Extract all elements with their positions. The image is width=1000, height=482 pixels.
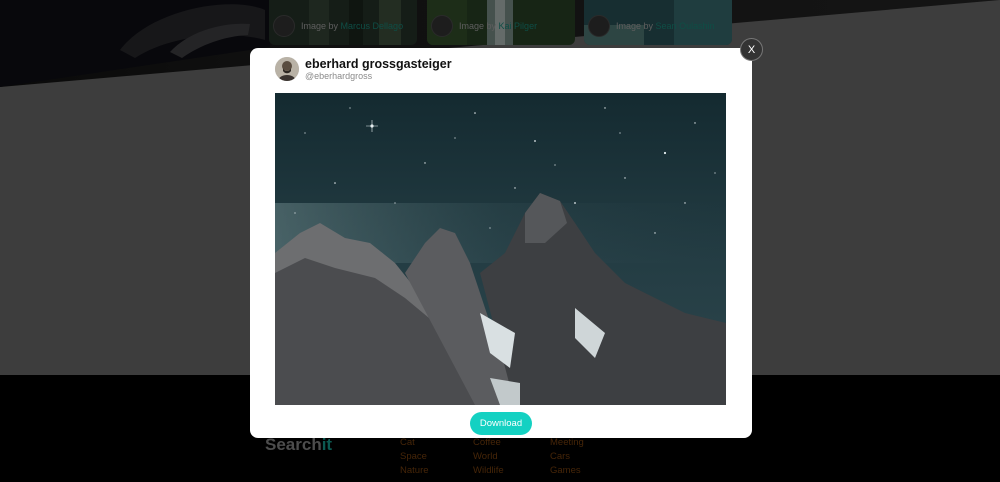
close-button[interactable]: X bbox=[740, 38, 763, 61]
author-handle: @eberhardgross bbox=[305, 71, 373, 81]
author-avatar bbox=[275, 57, 299, 81]
author-name[interactable]: eberhard grossgasteiger bbox=[305, 57, 452, 71]
download-button[interactable]: Download bbox=[470, 412, 532, 435]
preview-image bbox=[275, 93, 726, 405]
image-preview-modal: eberhard grossgasteiger @eberhardgross D… bbox=[250, 48, 752, 438]
